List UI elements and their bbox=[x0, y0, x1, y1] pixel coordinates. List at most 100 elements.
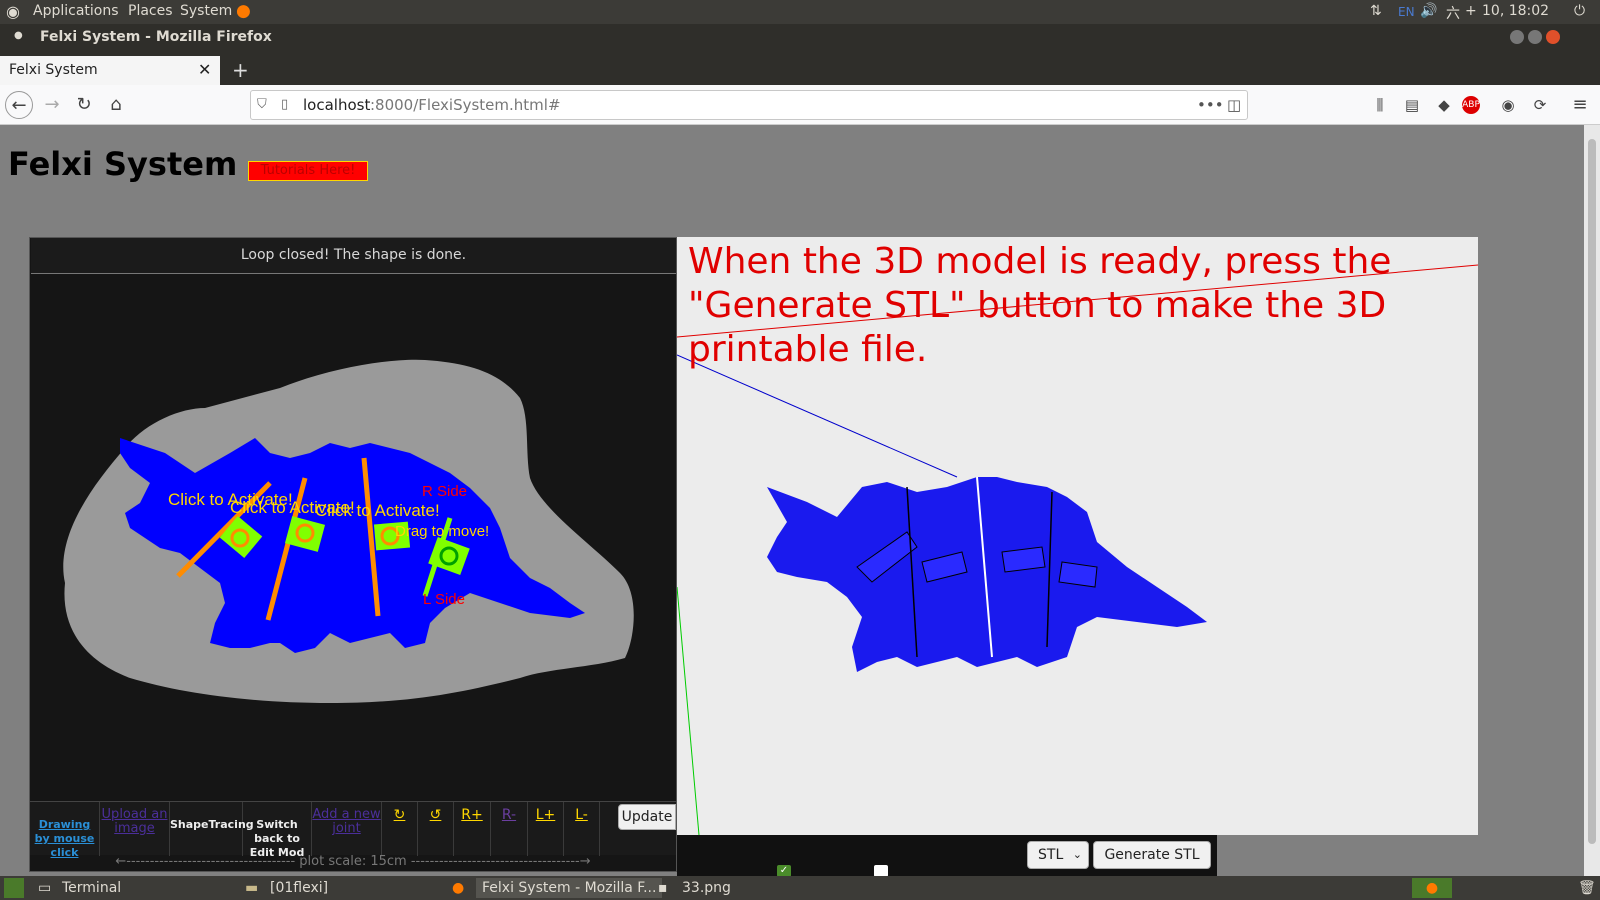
generate-stl-button[interactable]: Generate STL bbox=[1093, 841, 1211, 869]
account-icon[interactable]: ◉ bbox=[1494, 91, 1522, 119]
folder-icon: ▬ bbox=[245, 880, 259, 896]
extension-icon[interactable]: ◆ bbox=[1430, 91, 1458, 119]
instruction-text: When the 3D model is ready, press the "G… bbox=[688, 241, 1392, 370]
reload-icon[interactable]: ↻ bbox=[70, 91, 98, 119]
drawing-mode-label[interactable]: Drawing by mouse click bbox=[35, 818, 95, 859]
clock[interactable]: 10, 18:02 bbox=[1482, 3, 1549, 19]
l-side-label: L Side bbox=[423, 591, 465, 608]
rotate-cw-icon[interactable]: ↻ bbox=[394, 807, 406, 823]
back-icon[interactable]: ← bbox=[5, 91, 33, 119]
switch-edit-label[interactable]: Switch back to Edit Mod bbox=[250, 818, 305, 859]
shapetracing-button[interactable]: ShapeTracing bbox=[170, 802, 254, 856]
shield-icon[interactable]: ⛉ bbox=[257, 91, 267, 119]
window-menu-icon[interactable]: ● bbox=[14, 30, 23, 41]
places-menu[interactable]: Places bbox=[128, 3, 173, 19]
update-button[interactable]: Update bbox=[618, 804, 676, 830]
l-plus-label[interactable]: L+ bbox=[536, 807, 556, 823]
tab-title: Felxi System bbox=[9, 62, 98, 78]
r-plus-button[interactable]: R+ bbox=[454, 802, 491, 856]
url-bar[interactable]: ⛉ ▯ localhost :8000/FlexiSystem.html# ••… bbox=[250, 90, 1248, 120]
taskbar-terminal[interactable]: Terminal bbox=[62, 878, 121, 898]
upload-image-label[interactable]: Upload an image bbox=[102, 807, 168, 836]
system-menu[interactable]: System bbox=[180, 3, 232, 19]
editor-toolbar: Drawing by mouse click Upload an image S… bbox=[30, 801, 676, 859]
power-icon[interactable]: ⏻ bbox=[1574, 3, 1585, 19]
keyboard-layout[interactable]: EN bbox=[1398, 5, 1415, 19]
url-path: :8000/FlexiSystem.html# bbox=[370, 96, 561, 114]
r-minus-button[interactable]: R- bbox=[491, 802, 528, 856]
applications-menu[interactable]: Applications bbox=[33, 3, 119, 19]
pocket-icon[interactable]: ◫ bbox=[1227, 91, 1241, 119]
adblock-icon[interactable]: ABP bbox=[1462, 96, 1480, 114]
add-joint-button[interactable]: Add a new joint bbox=[312, 802, 382, 856]
new-tab-icon[interactable]: + bbox=[232, 58, 249, 82]
close-tab-icon[interactable]: ✕ bbox=[198, 60, 211, 79]
shape-editor-canvas[interactable]: Click to Activate! Click to Activate! Cl… bbox=[29, 237, 677, 872]
forward-icon[interactable]: → bbox=[38, 91, 66, 119]
model-joint-3 bbox=[1001, 546, 1046, 573]
network-icon[interactable]: ⇅ bbox=[1370, 3, 1382, 19]
rotate-ccw-button[interactable]: ↺ bbox=[418, 802, 454, 856]
firefox-launcher-icon[interactable]: ● bbox=[236, 1, 251, 21]
ubuntu-logo-icon[interactable]: ◉ bbox=[6, 2, 20, 21]
page-title: Felxi System bbox=[8, 145, 238, 183]
plot-scale: ←------------------------------------ pl… bbox=[115, 854, 591, 869]
taskbar-firefox-icon: ● bbox=[452, 880, 465, 896]
day-label: 六 bbox=[1446, 6, 1460, 22]
tab-bar: Felxi System ✕ + bbox=[0, 52, 1600, 85]
window-titlebar: ● Felxi System - Mozilla Firefox bbox=[0, 24, 1600, 52]
page-actions-icon[interactable]: ••• bbox=[1197, 91, 1224, 119]
workspace-switcher[interactable]: ● bbox=[1412, 878, 1452, 898]
r-minus-label[interactable]: R- bbox=[502, 807, 516, 823]
sidebar-icon[interactable]: ▤ bbox=[1398, 91, 1426, 119]
l-minus-label[interactable]: L- bbox=[575, 807, 588, 823]
tab-felxi-system[interactable]: Felxi System ✕ bbox=[0, 56, 220, 85]
dinosaur-3d-model bbox=[767, 477, 1207, 672]
minimize-icon[interactable] bbox=[1510, 30, 1524, 44]
volume-icon[interactable]: 🔊 bbox=[1420, 3, 1437, 19]
model-joint-4 bbox=[1058, 561, 1098, 588]
library-icon[interactable]: ⫼ bbox=[1366, 91, 1394, 119]
page-info-icon[interactable]: ▯ bbox=[281, 91, 288, 119]
l-minus-button[interactable]: L- bbox=[564, 802, 600, 856]
l-plus-button[interactable]: L+ bbox=[528, 802, 564, 856]
status-message: Loop closed! The shape is done. bbox=[31, 238, 676, 274]
window-title: Felxi System - Mozilla Firefox bbox=[40, 29, 272, 45]
scrollbar-thumb[interactable] bbox=[1588, 139, 1596, 844]
add-joint-label[interactable]: Add a new joint bbox=[312, 807, 380, 836]
tutorials-button[interactable]: Tutorials Here! bbox=[248, 161, 368, 181]
taskbar-firefox[interactable]: Felxi System - Mozilla F... bbox=[476, 878, 663, 898]
editor-drawing[interactable]: Click to Activate! Click to Activate! Cl… bbox=[30, 238, 678, 798]
show-desktop-icon[interactable] bbox=[4, 878, 24, 898]
drawing-mode-button[interactable]: Drawing by mouse click bbox=[30, 802, 100, 859]
taskbar-image[interactable]: 33.png bbox=[682, 878, 731, 898]
format-select-value: STL bbox=[1038, 847, 1064, 863]
shapetracing-label[interactable]: ShapeTracing bbox=[170, 818, 254, 831]
activate-label-3[interactable]: Click to Activate! bbox=[315, 501, 440, 520]
z-axis-line bbox=[677, 354, 958, 478]
image-icon: ▪ bbox=[658, 880, 668, 896]
menu-icon[interactable]: ≡ bbox=[1566, 91, 1594, 119]
upload-image-button[interactable]: Upload an image bbox=[100, 802, 170, 856]
rotate-cw-button[interactable]: ↻ bbox=[382, 802, 418, 856]
format-select[interactable]: STL ⌄ bbox=[1027, 841, 1089, 869]
os-taskbar: ▭ Terminal ▬ [01flexi] ● Felxi System - … bbox=[0, 876, 1600, 900]
r-side-label: R Side bbox=[422, 483, 467, 500]
chevron-down-icon: ⌄ bbox=[1072, 848, 1082, 861]
maximize-icon[interactable] bbox=[1528, 30, 1542, 44]
terminal-icon: ▭ bbox=[38, 880, 52, 896]
plus-icon: + bbox=[1465, 3, 1477, 19]
trash-icon[interactable]: 🗑 bbox=[1578, 878, 1596, 898]
home-icon[interactable]: ⌂ bbox=[102, 91, 130, 119]
close-window-icon[interactable] bbox=[1546, 30, 1560, 44]
os-top-panel: ◉ Applications Places System ● ⇅ EN 🔊 六 … bbox=[0, 0, 1600, 24]
y-axis-line bbox=[677, 586, 700, 835]
switch-edit-button[interactable]: Switch back to Edit Mod bbox=[243, 802, 312, 859]
navigation-toolbar: ← → ↻ ⌂ ⛉ ▯ localhost :8000/FlexiSystem.… bbox=[0, 85, 1600, 125]
taskbar-folder[interactable]: [01flexi] bbox=[270, 878, 328, 898]
url-host: localhost bbox=[303, 96, 371, 114]
rotate-ccw-icon[interactable]: ↺ bbox=[430, 807, 442, 823]
page-scrollbar[interactable] bbox=[1584, 125, 1600, 876]
sync-icon[interactable]: ⟳ bbox=[1526, 91, 1554, 119]
r-plus-label[interactable]: R+ bbox=[461, 807, 482, 823]
